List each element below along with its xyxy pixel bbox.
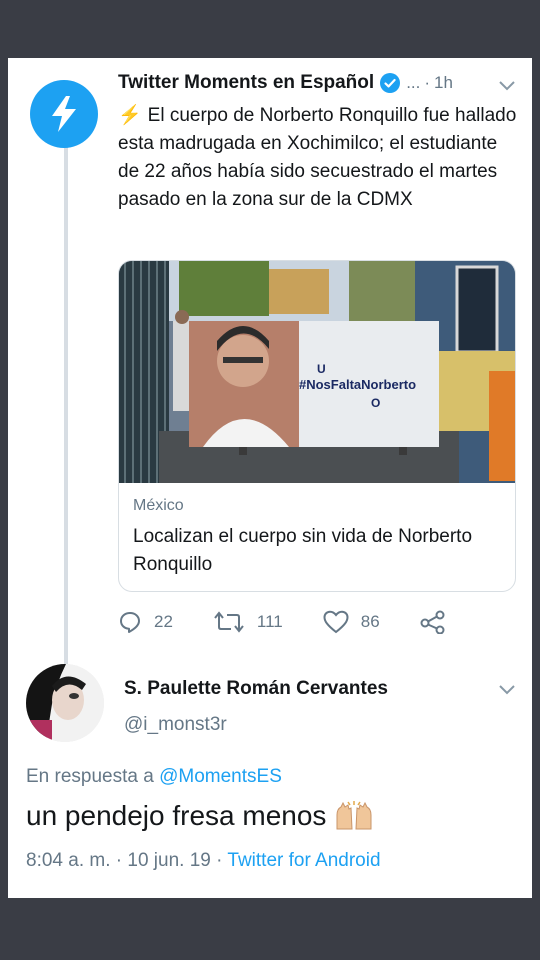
user-avatar[interactable] (26, 664, 104, 742)
reply-author-name[interactable]: S. Paulette Román Cervantes (124, 678, 388, 700)
link-card[interactable]: U #NosFaltaNorberto O México Localizan e… (118, 260, 516, 592)
card-title[interactable]: Localizan el cuerpo sin vida de Norberto… (133, 523, 503, 579)
tweet-text: ⚡ El cuerpo de Norberto Ronquillo fue hal… (118, 102, 518, 214)
like-action[interactable]: 86 (323, 610, 380, 634)
reply-source-app[interactable]: Twitter for Android (227, 850, 380, 871)
share-icon (420, 610, 445, 634)
tweet-thread-card: Twitter Moments en Español ... · 1h ⚡ El … (8, 58, 532, 898)
protest-photo-image: U #NosFaltaNorberto O (119, 261, 515, 483)
reply-text-row: un pendejo fresa menos (26, 800, 374, 832)
banner-o: O (371, 396, 380, 410)
header-ellipsis: ... (406, 73, 421, 92)
like-count: 86 (360, 612, 380, 631)
chevron-down-icon[interactable] (498, 80, 516, 92)
reply-count: 22 (154, 612, 173, 631)
bolt-icon (52, 96, 76, 132)
reply-meta: 8:04 a. m. · 10 jun. 19 · Twitter for An… (26, 850, 381, 872)
bolt-icon: ⚡ (118, 105, 142, 126)
in-reply-mention[interactable]: @MomentsES (159, 766, 282, 787)
reply-text: un pendejo fresa menos (26, 800, 327, 831)
card-photo: U #NosFaltaNorberto O (119, 261, 515, 483)
card-domain: México (133, 497, 184, 514)
retweet-icon (214, 611, 244, 633)
user-avatar-image (26, 664, 104, 742)
author-name[interactable]: Twitter Moments en Español (118, 72, 374, 94)
reply-meta-sep1: · (115, 850, 123, 871)
header-separator: · (424, 73, 431, 92)
reply-author-handle[interactable]: @i_monst3r (124, 714, 227, 736)
chevron-down-icon[interactable] (498, 684, 516, 696)
reply-date[interactable]: 10 jun. 19 (127, 850, 210, 871)
tweet-actions: 22 111 86 (118, 608, 478, 636)
banner-hashtag: #NosFaltaNorberto (299, 377, 416, 392)
retweet-action[interactable]: 111 (213, 610, 283, 634)
banner-u: U (317, 362, 326, 376)
reply-icon (120, 612, 140, 633)
raised-hands-emoji (336, 801, 372, 830)
thread-connector-line (64, 142, 68, 720)
retweet-count: 111 (256, 612, 283, 631)
tweet-header: Twitter Moments en Español ... · 1h (118, 72, 453, 94)
tweet-time[interactable]: 1h (434, 73, 453, 93)
in-reply-to: En respuesta a @MomentsES (26, 766, 282, 788)
like-icon (323, 610, 349, 634)
reply-time[interactable]: 8:04 a. m. (26, 850, 111, 871)
verified-icon (380, 73, 401, 93)
share-action[interactable] (420, 610, 458, 634)
reply-meta-sep2: · (216, 850, 223, 871)
reply-action[interactable]: 22 (118, 610, 173, 634)
tweet-body: El cuerpo de Norberto Ronquillo fue hall… (118, 105, 517, 210)
in-reply-prefix: En respuesta a (26, 766, 154, 787)
moments-avatar[interactable] (30, 80, 98, 148)
